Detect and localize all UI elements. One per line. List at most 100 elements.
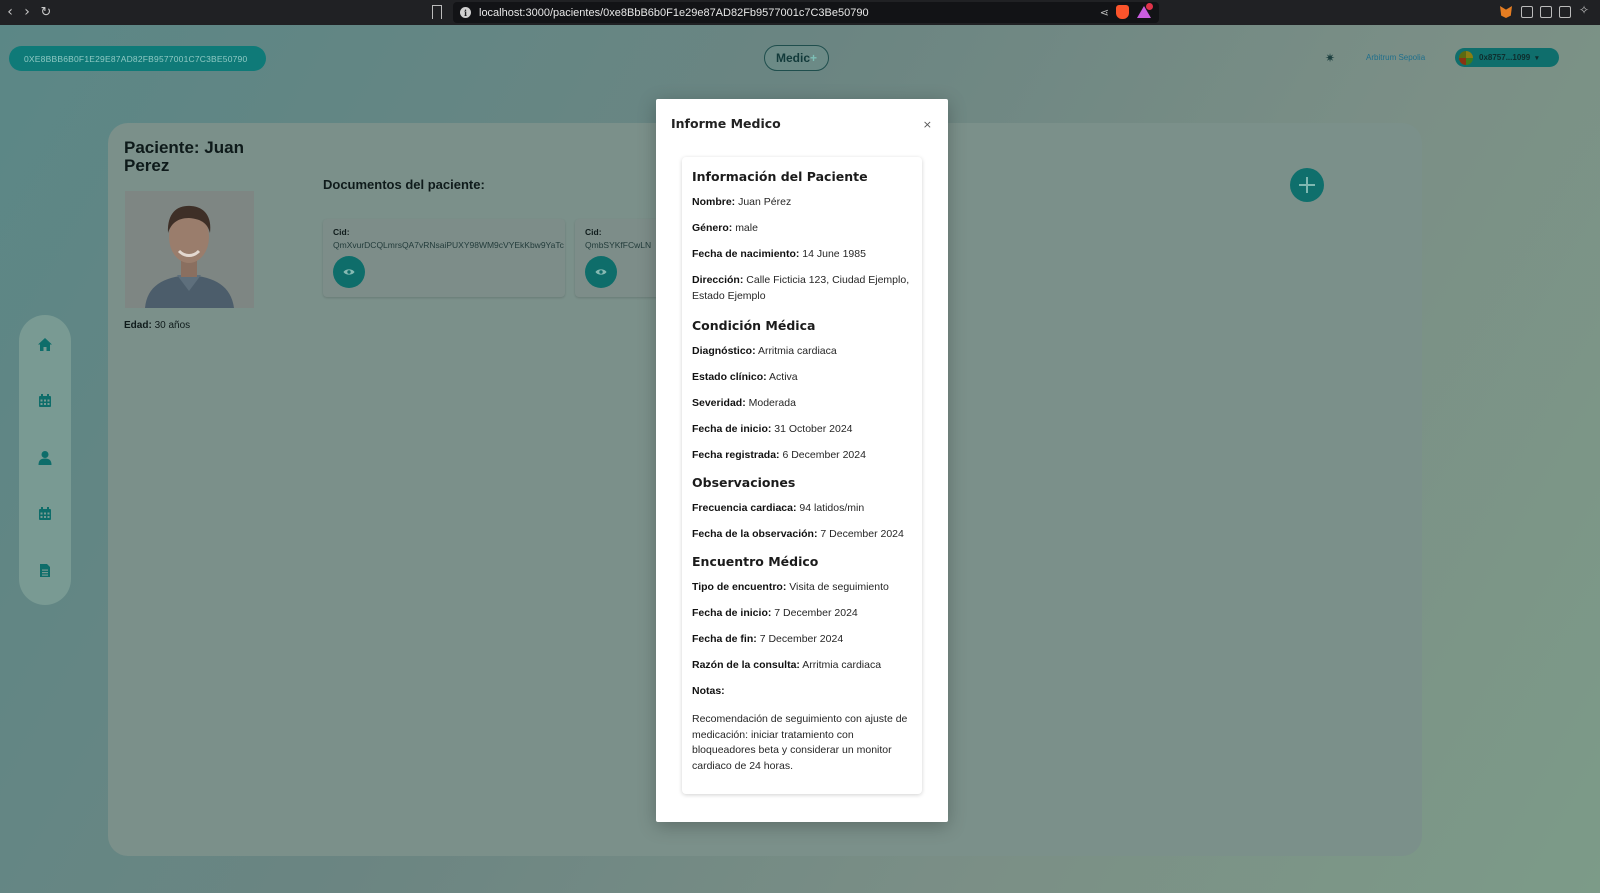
field-fecha-inicio-condicion: Fecha de inicio: 31 October 2024	[692, 422, 914, 438]
app-logo[interactable]: Medic +	[764, 45, 829, 71]
sidebar-item-patients[interactable]	[19, 447, 71, 467]
cid-value: QmbSYKfFCwLN	[585, 240, 652, 250]
sidebar	[19, 315, 71, 605]
field-label: Notas:	[692, 685, 725, 697]
browser-toolbar: ‹ › ↻ i localhost:3000/pacientes/0xe8BbB…	[0, 0, 1600, 25]
field-label: Nombre:	[692, 196, 736, 208]
cid-label: Cid:	[333, 227, 350, 237]
metamask-icon[interactable]	[1500, 6, 1512, 18]
field-label: Diagnóstico:	[692, 345, 756, 357]
cid-label: Cid:	[585, 227, 602, 237]
document-icon	[40, 563, 50, 577]
field-nacimiento: Fecha de nacimiento: 14 June 1985	[692, 247, 914, 263]
home-icon	[38, 337, 52, 351]
wallet-icon[interactable]	[1559, 6, 1571, 18]
field-direccion: Dirección: Calle Ficticia 123, Ciudad Ej…	[692, 273, 914, 304]
sidebar-item-documents[interactable]	[19, 560, 71, 580]
brave-shields-icon[interactable]	[1116, 5, 1129, 19]
view-document-button[interactable]	[585, 256, 617, 288]
field-razon: Razón de la consulta: Arritmia cardiaca	[692, 658, 914, 674]
address-bar[interactable]: i localhost:3000/pacientes/0xe8BbB6b0F1e…	[453, 2, 1159, 23]
field-value: male	[735, 222, 758, 234]
close-icon[interactable]: ×	[923, 119, 932, 130]
field-diagnostico: Diagnóstico: Arritmia cardiaca	[692, 344, 914, 360]
field-fecha-registrada: Fecha registrada: 6 December 2024	[692, 448, 914, 464]
field-label: Fecha registrada:	[692, 449, 780, 461]
eye-icon	[343, 269, 355, 275]
logo-plus: +	[810, 51, 818, 65]
theme-toggle-icon[interactable]: ✷	[1325, 51, 1335, 65]
field-label: Severidad:	[692, 397, 746, 409]
notes-text: Recomendación de seguimiento con ajuste …	[692, 713, 908, 773]
field-label: Fecha de la observación:	[692, 528, 818, 540]
field-label: Razón de la consulta:	[692, 659, 800, 671]
field-value: 7 December 2024	[774, 607, 858, 619]
field-value: 31 October 2024	[774, 423, 853, 435]
bookmark-icon[interactable]	[432, 5, 442, 19]
field-label: Fecha de inicio:	[692, 423, 772, 435]
field-value: Visita de seguimiento	[789, 581, 889, 593]
field-estado: Estado clínico: Activa	[692, 370, 914, 386]
field-value: Activa	[769, 371, 798, 383]
field-label: Dirección:	[692, 274, 744, 286]
patient-age: Edad: 30 años	[124, 320, 190, 331]
sidebar-item-schedule[interactable]	[19, 503, 71, 523]
sidebar-toggle-icon[interactable]	[1540, 6, 1552, 18]
view-document-button[interactable]	[333, 256, 365, 288]
field-fecha-inicio-encuentro: Fecha de inicio: 7 December 2024	[692, 606, 914, 622]
field-value: Moderada	[748, 397, 796, 409]
field-label: Estado clínico:	[692, 371, 767, 383]
section-condition: Condición Médica	[692, 318, 816, 333]
account-address: 0x8757...1099	[1479, 53, 1531, 62]
forward-icon[interactable]: ›	[17, 0, 37, 25]
section-patient-info: Información del Paciente	[692, 169, 868, 184]
field-tipo-encuentro: Tipo de encuentro: Visita de seguimiento	[692, 580, 914, 596]
field-label: Frecuencia cardiaca:	[692, 502, 797, 514]
field-frecuencia: Frecuencia cardiaca: 94 latidos/min	[692, 501, 914, 517]
field-value: Arritmia cardiaca	[802, 659, 882, 671]
sidebar-item-home[interactable]	[19, 334, 71, 354]
field-notas-label: Notas:	[692, 684, 914, 700]
patient-photo	[125, 191, 254, 308]
age-value: 30 años	[154, 320, 191, 331]
wallet-address-button[interactable]: 0XE8BBB6B0F1E29E87AD82FB9577001C7C3BE507…	[9, 46, 266, 71]
field-label: Tipo de encuentro:	[692, 581, 787, 593]
patient-title: Paciente: Juan Perez	[124, 138, 244, 175]
leo-ai-icon[interactable]: ✧	[1579, 3, 1591, 17]
logo-text: Medic	[775, 51, 810, 65]
section-observations: Observaciones	[692, 475, 796, 490]
field-value: 7 December 2024	[759, 633, 844, 645]
url-text[interactable]: localhost:3000/pacientes/0xe8BbB6b0F1e29…	[479, 7, 869, 19]
reload-icon[interactable]: ↻	[36, 0, 56, 25]
account-avatar	[1459, 50, 1473, 65]
report-content: Información del Paciente Nombre: Juan Pé…	[682, 157, 922, 794]
age-label: Edad:	[124, 320, 152, 331]
cid-value: QmXvurDCQLmrsQA7vRNsaiPUXY98WM9cVYEkKbw9…	[333, 240, 564, 250]
sidebar-item-calendar[interactable]	[19, 390, 71, 410]
plus-icon	[1299, 177, 1315, 193]
field-fecha-fin: Fecha de fin: 7 December 2024	[692, 632, 914, 648]
share-icon[interactable]: ⋖	[1100, 6, 1109, 19]
account-button[interactable]: 0x8757...1099 ▾	[1455, 48, 1559, 67]
add-document-button[interactable]	[1290, 168, 1324, 202]
site-info-icon[interactable]: i	[460, 7, 471, 18]
document-card: Cid: QmXvurDCQLmrsQA7vRNsaiPUXY98WM9cVYE…	[323, 219, 565, 297]
notification-badge	[1146, 3, 1153, 10]
calendar-icon	[39, 393, 51, 407]
user-icon	[38, 450, 52, 465]
field-value: 14 June 1985	[802, 248, 866, 260]
field-label: Género:	[692, 222, 733, 234]
field-severidad: Severidad: Moderada	[692, 396, 914, 412]
documents-title: Documentos del paciente:	[323, 177, 485, 192]
field-value: Juan Pérez	[738, 196, 792, 208]
field-value: Arritmia cardiaca	[757, 345, 837, 357]
network-button[interactable]: Arbitrum Sepolia	[1366, 53, 1425, 62]
field-genero: Género: male	[692, 221, 914, 237]
field-label: Fecha de inicio:	[692, 607, 772, 619]
section-encounter: Encuentro Médico	[692, 554, 819, 569]
field-label: Fecha de nacimiento:	[692, 248, 800, 260]
field-value: 7 December 2024	[820, 528, 904, 540]
extensions-icon[interactable]	[1521, 6, 1533, 18]
calendar-icon	[39, 506, 51, 520]
field-label: Fecha de fin:	[692, 633, 757, 645]
